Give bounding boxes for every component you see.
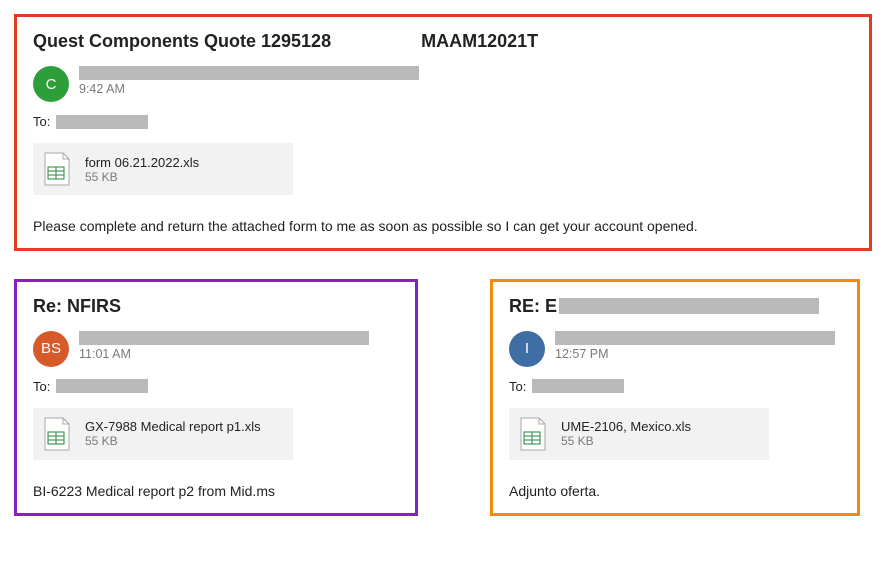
excel-file-icon	[517, 416, 549, 452]
redacted-recipient	[56, 379, 148, 393]
avatar-initials: C	[46, 76, 57, 93]
to-label: To:	[509, 379, 526, 394]
redacted-sender	[555, 331, 835, 345]
subject-row: RE: E	[509, 296, 841, 317]
attachment-chip[interactable]: form 06.21.2022.xls 55 KB	[33, 143, 293, 195]
email-card-2: Re: NFIRS BS 11:01 AM To: GX-7988 Medica…	[14, 279, 418, 516]
excel-file-icon	[41, 151, 73, 187]
sender-row: I 12:57 PM	[509, 331, 841, 367]
avatar: C	[33, 66, 69, 102]
attachment-chip[interactable]: UME-2106, Mexico.xls 55 KB	[509, 408, 769, 460]
subject-row: Quest Components Quote 1295128 MAAM12021…	[33, 31, 853, 52]
attachment-chip[interactable]: GX-7988 Medical report p1.xls 55 KB	[33, 408, 293, 460]
timestamp: 11:01 AM	[79, 347, 399, 361]
subject-text: Re: NFIRS	[33, 296, 121, 317]
attachment-name: form 06.21.2022.xls	[85, 155, 199, 170]
to-row: To:	[509, 379, 841, 394]
to-label: To:	[33, 114, 50, 129]
sender-row: C 9:42 AM	[33, 66, 853, 102]
excel-file-icon	[41, 416, 73, 452]
redacted-sender	[79, 331, 369, 345]
subject-row: Re: NFIRS	[33, 296, 399, 317]
subject-text: Quest Components Quote 1295128	[33, 31, 331, 52]
sender-row: BS 11:01 AM	[33, 331, 399, 367]
avatar-initials: I	[525, 340, 529, 357]
avatar-initials: BS	[41, 340, 61, 357]
attachment-size: 55 KB	[85, 434, 261, 448]
email-body: Adjunto oferta.	[509, 482, 841, 501]
timestamp: 12:57 PM	[555, 347, 841, 361]
to-label: To:	[33, 379, 50, 394]
attachment-size: 55 KB	[85, 170, 199, 184]
attachment-name: GX-7988 Medical report p1.xls	[85, 419, 261, 434]
subject-extra: MAAM12021T	[421, 31, 538, 52]
email-card-3: RE: E I 12:57 PM To: UME-2106, Mexico.xl…	[490, 279, 860, 516]
attachment-size: 55 KB	[561, 434, 691, 448]
to-row: To:	[33, 114, 853, 129]
timestamp: 9:42 AM	[79, 82, 853, 96]
avatar: BS	[33, 331, 69, 367]
redacted-sender	[79, 66, 419, 80]
attachment-name: UME-2106, Mexico.xls	[561, 419, 691, 434]
email-body: Please complete and return the attached …	[33, 217, 853, 236]
to-row: To:	[33, 379, 399, 394]
avatar: I	[509, 331, 545, 367]
redacted-recipient	[532, 379, 624, 393]
email-body: BI-6223 Medical report p2 from Mid.ms	[33, 482, 399, 501]
redacted-recipient	[56, 115, 148, 129]
subject-text: RE: E	[509, 296, 557, 317]
email-card-1: Quest Components Quote 1295128 MAAM12021…	[14, 14, 872, 251]
redacted-subject	[559, 298, 819, 314]
